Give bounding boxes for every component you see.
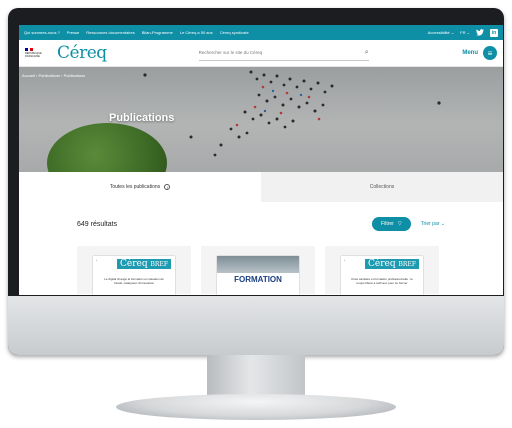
- search-icon[interactable]: ⌕: [365, 49, 369, 57]
- cover-brand: Céreq BREF: [117, 259, 171, 269]
- linkedin-icon[interactable]: in: [490, 28, 498, 37]
- top-utility-bar: Qui sommes-nous ? Presse Ressources docu…: [19, 25, 503, 40]
- menu-label[interactable]: Menu: [462, 50, 478, 56]
- top-nav: Qui sommes-nous ? Presse Ressources docu…: [24, 30, 428, 35]
- info-icon[interactable]: i: [164, 184, 171, 190]
- monitor-stand-base: [116, 394, 396, 420]
- cover-title: FORMATION: [234, 275, 282, 284]
- top-bar-right: Accessibilité ⌄ FR ⌄ in: [428, 28, 498, 37]
- tab-collections[interactable]: Collections: [261, 172, 503, 202]
- publication-card[interactable]: FORMATION: [201, 246, 315, 295]
- language-selector[interactable]: FR ⌄: [460, 30, 470, 35]
- site-header: RÉPUBLIQUE FRANÇAISE Céreq Rechercher su…: [19, 40, 503, 67]
- sort-dropdown[interactable]: Trier par ⌄: [421, 221, 445, 227]
- chevron-down-icon: ⌄: [450, 30, 455, 35]
- filter-icon: ▽: [397, 221, 402, 227]
- screen: Qui sommes-nous ? Presse Ressources docu…: [19, 25, 503, 295]
- cereq-logo[interactable]: Céreq: [57, 43, 107, 63]
- publication-cards: ▪ Céreq BREF Le digital change la format…: [19, 246, 503, 295]
- publication-card[interactable]: ▪ Céreq BREF Crise sanitaire et formatio…: [325, 246, 439, 295]
- menu-icon[interactable]: ≡: [483, 46, 497, 60]
- cover-title: Le digital change la formation en situat…: [104, 277, 164, 285]
- search-placeholder: Rechercher sur le site du Céreq: [198, 50, 263, 55]
- top-nav-item[interactable]: Ressources documentaires: [86, 30, 134, 35]
- cover-title: Crise sanitaire et formation professionn…: [351, 277, 413, 285]
- cover-photo: [217, 256, 299, 273]
- search-input[interactable]: Rechercher sur le site du Céreq ⌕: [198, 46, 369, 61]
- publication-cover: ▪ Céreq BREF Crise sanitaire et formatio…: [341, 256, 423, 295]
- cover-brand: Céreq BREF: [365, 259, 419, 269]
- publication-cover: ▪ Céreq BREF Le digital change la format…: [93, 256, 175, 295]
- flag-icon: [25, 48, 34, 51]
- chevron-down-icon: ⌄: [440, 221, 445, 227]
- rf-mini-logo: ▪: [96, 259, 97, 262]
- top-nav-item[interactable]: Le Céreq a 50 ans: [180, 30, 213, 35]
- page-title: Publications: [109, 112, 175, 124]
- breadcrumb[interactable]: Accueil › Publications › Publications: [22, 73, 85, 78]
- results-toolbar: 649 résultats Filtrer ▽ Trier par ⌄: [19, 202, 503, 246]
- twitter-icon[interactable]: [476, 29, 484, 37]
- tab-all-publications[interactable]: Toutes les publications i: [19, 172, 261, 202]
- filter-button[interactable]: Filtrer ▽: [372, 217, 411, 231]
- publication-card[interactable]: ▪ Céreq BREF Le digital change la format…: [77, 246, 191, 295]
- publication-tabs: Toutes les publications i Collections: [19, 172, 503, 202]
- top-nav-item[interactable]: Bilan-Programme: [142, 30, 173, 35]
- hero-banner: Accueil › Publications › Publications Pu…: [19, 67, 503, 172]
- top-nav-item[interactable]: Qui sommes-nous ?: [24, 30, 60, 35]
- menu-area: Menu ≡: [462, 46, 497, 60]
- chevron-down-icon: ⌄: [466, 30, 470, 35]
- monitor-chin: [8, 296, 504, 355]
- republique-francaise-logo[interactable]: RÉPUBLIQUE FRANÇAISE: [25, 48, 43, 58]
- monitor-stand-neck: [207, 355, 305, 397]
- results-count: 649 résultats: [77, 220, 118, 228]
- publication-cover: FORMATION: [217, 256, 299, 295]
- top-nav-item[interactable]: Céreq syndicate: [220, 30, 249, 35]
- top-nav-item[interactable]: Presse: [67, 30, 79, 35]
- rf-mini-logo: ▪: [344, 259, 345, 262]
- accessibility-menu[interactable]: Accessibilité ⌄: [428, 30, 455, 35]
